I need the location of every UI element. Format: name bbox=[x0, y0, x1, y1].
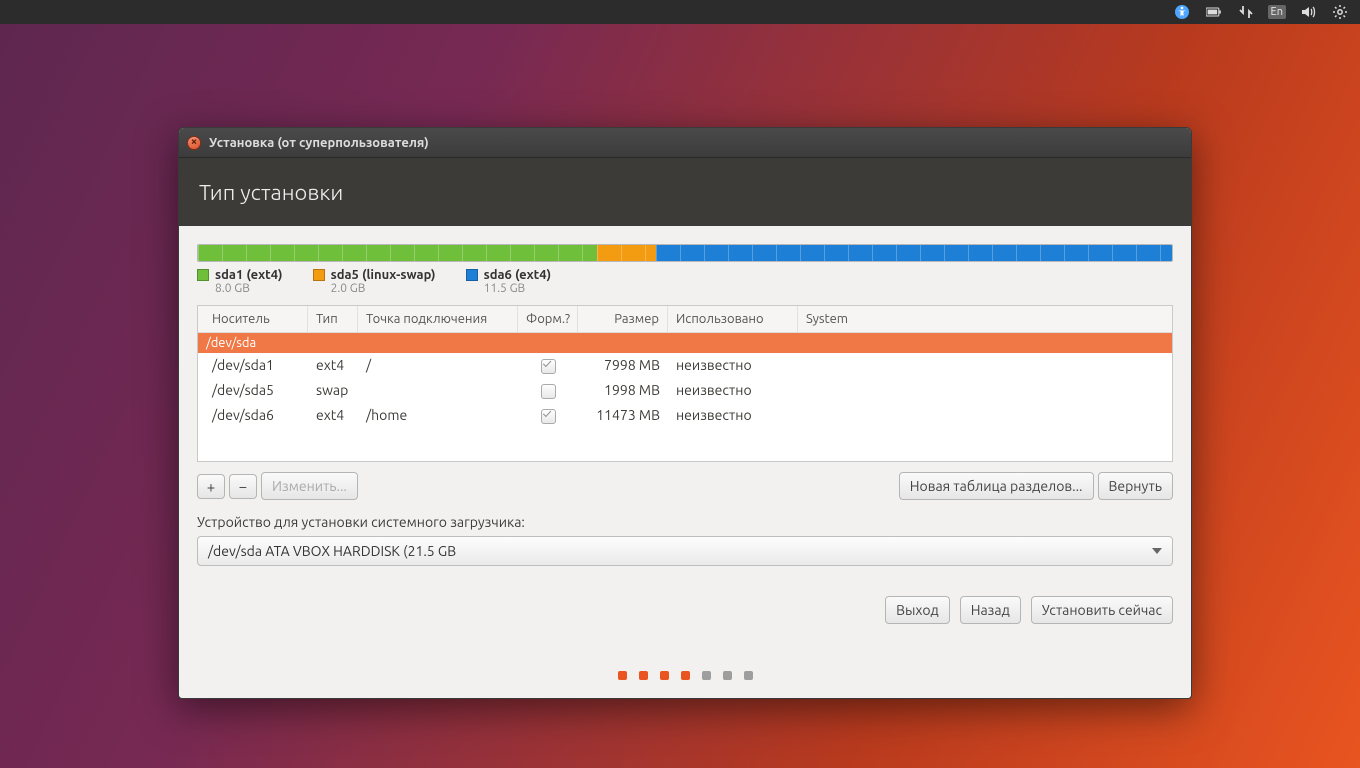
close-icon[interactable] bbox=[187, 136, 201, 150]
disk-row[interactable]: /dev/sda bbox=[198, 333, 1172, 353]
quit-button[interactable]: Выход bbox=[885, 596, 950, 624]
partition-table: Носитель Тип Точка подключения Форм.? Ра… bbox=[197, 305, 1173, 462]
bootloader-device-value: /dev/sda ATA VBOX HARDDISK (21.5 GB bbox=[208, 543, 456, 559]
col-device[interactable]: Носитель bbox=[198, 306, 308, 332]
progress-dot bbox=[618, 671, 627, 680]
legend-item: sda5 (linux-swap)2.0 GB bbox=[313, 268, 436, 295]
install-button[interactable]: Установить сейчас bbox=[1031, 596, 1173, 624]
progress-dot bbox=[639, 671, 648, 680]
progress-dot bbox=[723, 671, 732, 680]
format-checkbox[interactable] bbox=[541, 359, 556, 374]
revert-button[interactable]: Вернуть bbox=[1098, 472, 1174, 500]
chevron-down-icon bbox=[1152, 548, 1162, 554]
col-size[interactable]: Размер bbox=[578, 306, 668, 332]
progress-dots bbox=[179, 671, 1191, 680]
col-system[interactable]: System bbox=[798, 306, 1172, 332]
col-format[interactable]: Форм.? bbox=[518, 306, 578, 332]
format-checkbox[interactable] bbox=[541, 409, 556, 424]
legend-item: sda1 (ext4)8.0 GB bbox=[197, 268, 283, 295]
partition-legend: sda1 (ext4)8.0 GB sda5 (linux-swap)2.0 GB… bbox=[197, 268, 1173, 295]
battery-icon[interactable] bbox=[1204, 2, 1224, 22]
window-title: Установка (от суперпользователя) bbox=[209, 136, 429, 150]
installer-window: Установка (от суперпользователя) Тип уст… bbox=[178, 127, 1192, 699]
volume-icon[interactable] bbox=[1298, 2, 1318, 22]
progress-dot bbox=[702, 671, 711, 680]
bootloader-device-select[interactable]: /dev/sda ATA VBOX HARDDISK (21.5 GB bbox=[197, 536, 1173, 566]
back-button[interactable]: Назад bbox=[960, 596, 1021, 624]
table-header: Носитель Тип Точка подключения Форм.? Ра… bbox=[198, 306, 1172, 333]
col-mount[interactable]: Точка подключения bbox=[358, 306, 518, 332]
col-used[interactable]: Использовано bbox=[668, 306, 798, 332]
partition-toolbar: + − Изменить... Новая таблица разделов..… bbox=[197, 472, 1173, 500]
table-row[interactable]: /dev/sda6ext4/home11473 MBнеизвестно bbox=[198, 403, 1172, 428]
settings-gear-icon[interactable] bbox=[1330, 2, 1350, 22]
remove-partition-button[interactable]: − bbox=[229, 474, 257, 499]
keyboard-layout-indicator[interactable]: En bbox=[1268, 5, 1286, 19]
add-partition-button[interactable]: + bbox=[197, 474, 225, 499]
format-checkbox[interactable] bbox=[541, 384, 556, 399]
window-titlebar[interactable]: Установка (от суперпользователя) bbox=[179, 128, 1191, 158]
progress-dot bbox=[681, 671, 690, 680]
network-icon[interactable] bbox=[1236, 2, 1256, 22]
accessibility-icon[interactable] bbox=[1172, 2, 1192, 22]
progress-dot bbox=[744, 671, 753, 680]
legend-item: sda6 (ext4)11.5 GB bbox=[466, 268, 552, 295]
partition-segment[interactable] bbox=[198, 245, 597, 261]
progress-dot bbox=[660, 671, 669, 680]
table-row[interactable]: /dev/sda1ext4/7998 MBнеизвестно bbox=[198, 353, 1172, 378]
table-row[interactable]: /dev/sda5swap1998 MBнеизвестно bbox=[198, 378, 1172, 403]
col-type[interactable]: Тип bbox=[308, 306, 358, 332]
new-partition-table-button[interactable]: Новая таблица разделов... bbox=[899, 472, 1094, 500]
wizard-footer: Выход Назад Установить сейчас bbox=[197, 596, 1173, 624]
change-partition-button[interactable]: Изменить... bbox=[261, 472, 358, 500]
partition-segment[interactable] bbox=[597, 245, 655, 261]
page-heading: Тип установки bbox=[179, 158, 1191, 226]
partition-segment[interactable] bbox=[656, 245, 1172, 261]
partition-usage-bar bbox=[197, 244, 1173, 262]
system-top-panel: En bbox=[0, 0, 1360, 24]
bootloader-label: Устройство для установки системного загр… bbox=[197, 514, 1173, 530]
